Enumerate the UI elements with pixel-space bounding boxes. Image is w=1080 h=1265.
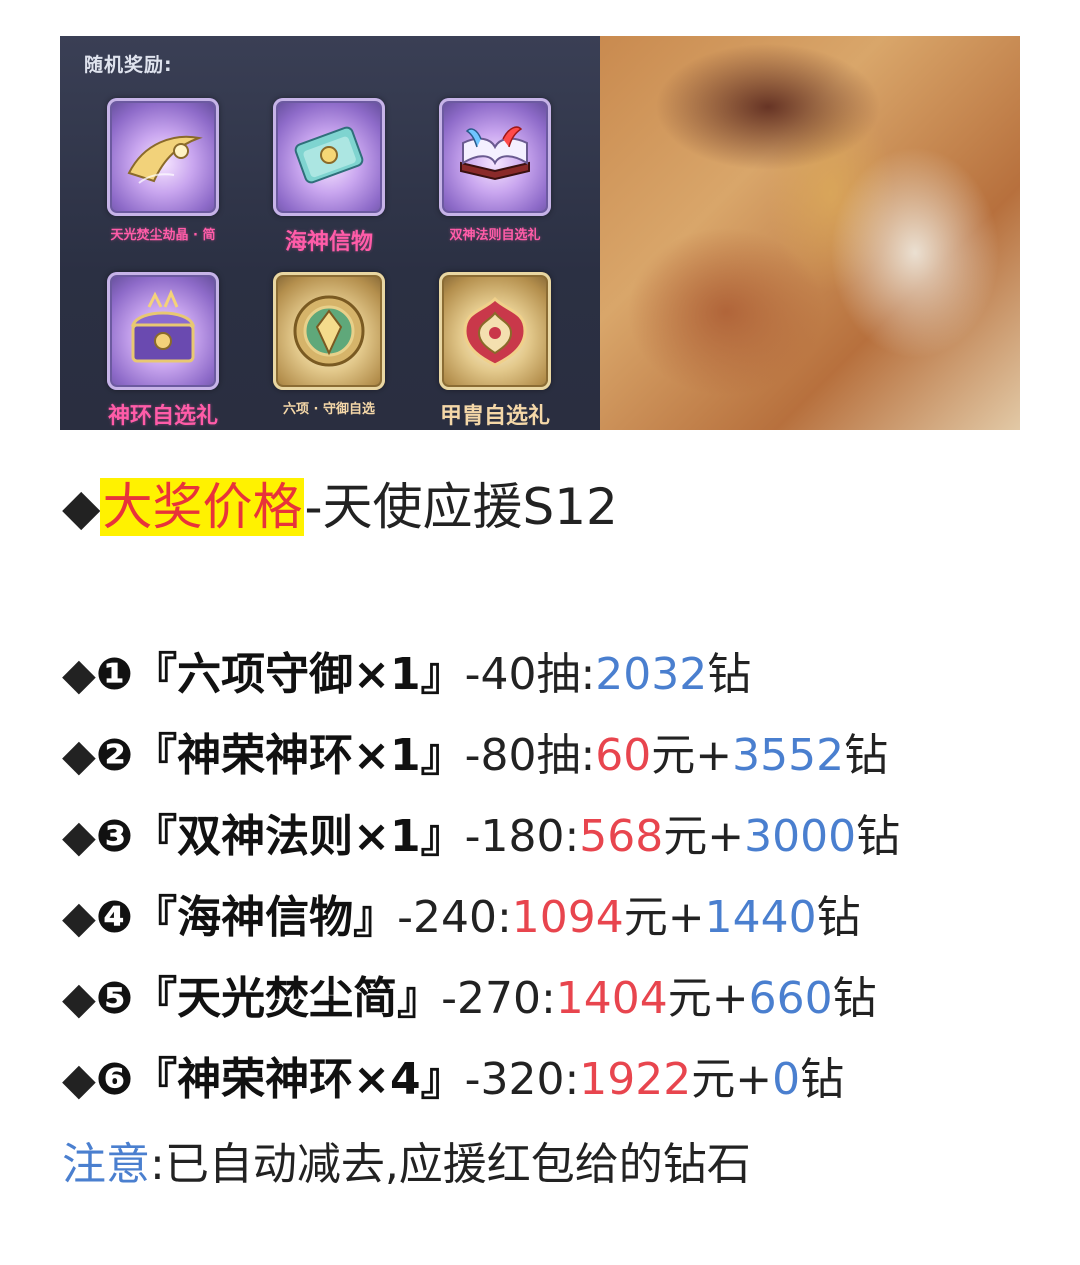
reward-item[interactable]: 甲胄自选礼: [410, 272, 580, 430]
reward-tile: [107, 272, 219, 390]
reward-item[interactable]: 六项 · 守御自选: [244, 272, 414, 417]
item-draws: -320:: [464, 1054, 580, 1105]
item-number: ❸: [95, 811, 134, 862]
price-list-item: ◆❷『神荣神环×1』-80抽:60元+3552钻: [62, 730, 889, 781]
reward-tile: [273, 272, 385, 390]
treasure-chest-icon: [130, 289, 196, 363]
item-draws: -270:: [441, 973, 556, 1024]
item-number: ❷: [95, 730, 134, 781]
price-list-item: ◆❹『海神信物』-240:1094元+1440钻: [62, 892, 861, 943]
reward-name: 六项 · 守御自选: [283, 402, 375, 417]
reward-tile: [439, 272, 551, 390]
item-number: ❶: [95, 649, 134, 700]
reward-item[interactable]: 双神法则自选礼: [410, 98, 580, 243]
price-list: ◆❶『六项守御×1』-40抽:2032钻 ◆❷『神荣神环×1』-80抽:60元+…: [62, 640, 900, 1126]
item-diamonds: 0: [772, 1054, 801, 1105]
diamond-bullet-icon: ◆: [62, 1054, 96, 1105]
prize-price-title: ◆大奖价格-天使应援S12: [62, 472, 618, 542]
reward-name: 双神法则自选礼: [449, 228, 541, 243]
blurred-artwork: [600, 36, 1020, 430]
item-number: ❺: [95, 973, 134, 1024]
reward-tile: [439, 98, 551, 216]
reward-name: 甲胄自选礼: [439, 404, 550, 429]
reward-name: 海神信物: [284, 230, 373, 255]
diamond-bullet-icon: ◆: [62, 730, 96, 781]
diamond-bullet-icon: ◆: [62, 811, 96, 862]
price-list-item: ◆❻『神荣神环×4』-320:1922元+0钻: [62, 1054, 845, 1105]
reward-item[interactable]: 海神信物: [244, 98, 414, 256]
item-draws: -240:: [397, 892, 512, 943]
diamond-bullet-icon: ◆: [62, 478, 101, 536]
rewards-heading: 随机奖励:: [84, 54, 173, 76]
item-diamonds: 2032: [595, 649, 708, 700]
item-number: ❻: [95, 1054, 134, 1105]
reward-name: 神环自选礼: [107, 404, 218, 429]
note-label: 注意: [62, 1139, 150, 1190]
reward-item[interactable]: 天光焚尘劫晶 · 简: [78, 98, 248, 243]
item-diamonds: 1440: [704, 892, 817, 943]
item-draws: -180:: [464, 811, 580, 862]
note-text: :已自动减去,应援红包给的钻石: [150, 1139, 751, 1190]
item-draws: -40抽:: [464, 649, 596, 700]
title-highlight: 大奖价格: [100, 478, 305, 536]
item-yuan: 568: [579, 811, 664, 862]
diamond-bullet-icon: ◆: [62, 649, 96, 700]
shield-emblem-icon: [293, 295, 365, 367]
reward-tile: [273, 98, 385, 216]
item-draws: -80抽:: [464, 730, 596, 781]
random-rewards-panel: 随机奖励: 天光焚尘劫晶 · 简 海神信物 双神法则自选礼 神环自选礼 六项 ·…: [60, 36, 600, 430]
reward-tile: [107, 98, 219, 216]
item-diamonds: 660: [748, 973, 833, 1024]
item-diamonds: 3552: [732, 730, 845, 781]
title-rest: -天使应援S12: [304, 478, 618, 536]
item-diamonds: 3000: [744, 811, 857, 862]
golden-blade-icon: [127, 135, 203, 184]
item-yuan: 1922: [579, 1054, 692, 1105]
rewards-banner-image: 随机奖励: 天光焚尘劫晶 · 简 海神信物 双神法则自选礼 神环自选礼 六项 ·…: [60, 36, 1020, 430]
price-list-item: ◆❺『天光焚尘简』-270:1404元+660钻: [62, 973, 877, 1024]
item-number: ❹: [95, 892, 134, 943]
diamond-bullet-icon: ◆: [62, 973, 96, 1024]
token-card-icon: [294, 126, 364, 184]
diamond-bullet-icon: ◆: [62, 892, 96, 943]
reward-item[interactable]: 神环自选礼: [78, 272, 248, 430]
item-yuan: 1404: [555, 973, 668, 1024]
price-list-item: ◆❶『六项守御×1』-40抽:2032钻: [62, 649, 752, 700]
price-list-item: ◆❸『双神法则×1』-180:568元+3000钻: [62, 811, 901, 862]
spellbook-icon: [460, 126, 530, 181]
note-line: 注意:已自动减去,应援红包给的钻石: [62, 1130, 751, 1200]
item-yuan: 1094: [511, 892, 624, 943]
item-yuan: 60: [595, 730, 652, 781]
armor-crest-icon: [463, 296, 527, 367]
reward-name: 天光焚尘劫晶 · 简: [110, 228, 216, 243]
